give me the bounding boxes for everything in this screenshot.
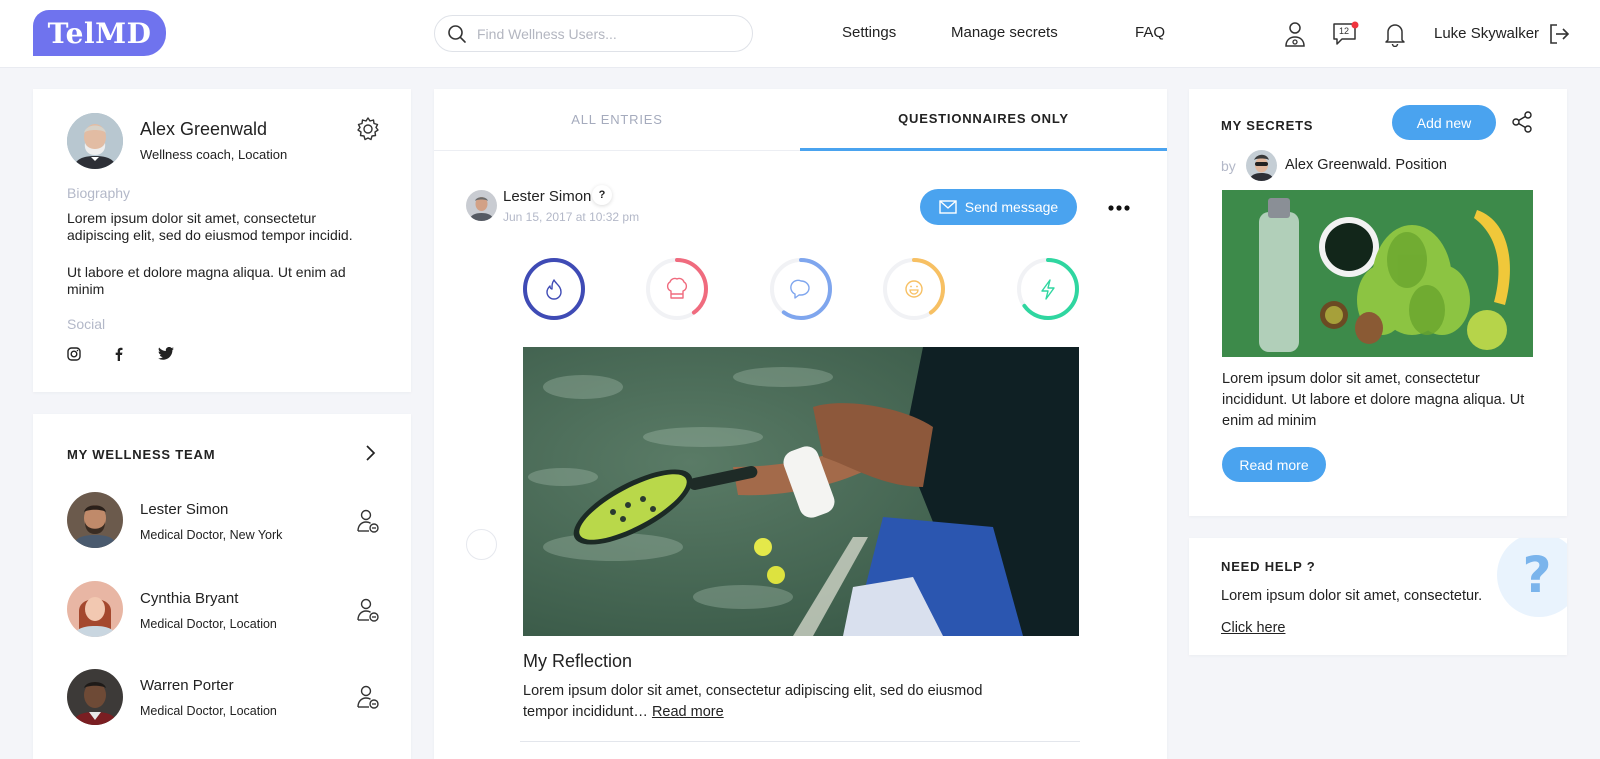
secret-author-avatar [1246, 150, 1277, 181]
post-divider [520, 741, 1080, 742]
speech-icon [790, 279, 810, 299]
click-here-link[interactable]: Click here [1221, 620, 1285, 636]
nav-manage-secrets[interactable]: Manage secrets [951, 24, 1058, 41]
secret-author-name[interactable]: Alex Greenwald. Position [1285, 157, 1447, 173]
ring-chef[interactable] [645, 257, 709, 321]
ring-speech[interactable] [769, 257, 833, 321]
question-badge[interactable]: ? [592, 185, 612, 205]
team-member-name: Lester Simon [140, 501, 229, 518]
contact-doctor-icon[interactable] [355, 597, 381, 623]
tab-label: QUESTIONNAIRES ONLY [898, 111, 1069, 126]
secret-text: Lorem ipsum dolor sit amet, consectetur … [1222, 371, 1525, 429]
smile-icon [905, 280, 923, 298]
contact-doctor-icon[interactable] [355, 508, 381, 534]
post-author-avatar[interactable] [466, 190, 497, 221]
profile-card: Alex Greenwald Wellness coach, Location … [33, 89, 411, 392]
search-input[interactable] [477, 25, 727, 42]
team-member-name: Warren Porter [140, 677, 234, 694]
user-name[interactable]: Luke Skywalker [1434, 25, 1539, 42]
team-member-avatar [67, 669, 123, 725]
post-image[interactable] [523, 347, 1079, 636]
more-options-icon[interactable] [1107, 199, 1131, 211]
nav-faq[interactable]: FAQ [1135, 24, 1165, 41]
team-member-role: Medical Doctor, Location [140, 617, 277, 631]
tab-questionnaires-only[interactable]: QUESTIONNAIRES ONLY [800, 89, 1167, 151]
need-help-text: Lorem ipsum dolor sit amet, consectetur. [1221, 588, 1483, 604]
app-logo[interactable]: TelMD [33, 10, 166, 56]
feed-card: ALL ENTRIES QUESTIONNAIRES ONLY Lester S… [434, 89, 1167, 759]
team-member[interactable]: Lester Simon Medical Doctor, New York [33, 492, 411, 562]
post-read-more-link[interactable]: Read more [652, 704, 724, 720]
post-excerpt-text: Lorem ipsum dolor sit amet, consectetur … [523, 683, 983, 720]
chat-count-badge: 12 [1339, 26, 1350, 36]
nav-settings[interactable]: Settings [842, 24, 896, 41]
secret-read-more-button[interactable]: Read more [1222, 447, 1326, 482]
doctor-icon[interactable] [1281, 20, 1309, 48]
send-message-button[interactable]: Send message [920, 189, 1077, 225]
send-message-label: Send message [964, 199, 1059, 215]
settings-gear-icon[interactable] [355, 116, 381, 142]
ring-bolt[interactable] [1016, 257, 1080, 321]
chef-hat-icon [666, 277, 688, 299]
ring-smile[interactable] [882, 257, 946, 321]
tab-all-entries[interactable]: ALL ENTRIES [434, 89, 800, 151]
flame-icon [546, 279, 562, 300]
add-new-button[interactable]: Add new [1392, 105, 1496, 140]
chevron-right-icon[interactable] [364, 444, 380, 464]
ring-flame[interactable] [522, 257, 586, 321]
bio-paragraph-2: Ut labore et dolore magna aliqua. Ut eni… [67, 264, 346, 297]
bell-icon[interactable] [1381, 20, 1409, 48]
twitter-icon[interactable] [158, 346, 176, 363]
profile-avatar [67, 113, 123, 169]
post-title: My Reflection [523, 651, 633, 671]
chat-icon[interactable]: 12 [1331, 20, 1359, 48]
team-member[interactable]: Cynthia Bryant Medical Doctor, Location [33, 581, 411, 651]
help-question-mark[interactable]: ? [1497, 538, 1567, 617]
by-label: by [1221, 158, 1236, 174]
search-box[interactable] [434, 15, 753, 52]
team-member-name: Cynthia Bryant [140, 590, 239, 607]
wellness-team-card: MY WELLNESS TEAM Lester Simon Medical Do… [33, 414, 411, 759]
team-member-role: Medical Doctor, New York [140, 528, 283, 542]
logout-icon[interactable] [1545, 20, 1573, 48]
team-member-avatar [67, 492, 123, 548]
need-help-title: NEED HELP ? [1221, 559, 1316, 574]
post-excerpt: Lorem ipsum dolor sit amet, consectetur … [523, 681, 1003, 723]
need-help-card: NEED HELP ? ? Lorem ipsum dolor sit amet… [1189, 538, 1567, 655]
share-icon[interactable] [1511, 111, 1533, 133]
secret-image[interactable] [1222, 190, 1533, 357]
search-icon [448, 24, 466, 43]
instagram-icon[interactable] [67, 347, 83, 363]
social-label: Social [67, 316, 106, 332]
top-bar: TelMD Settings Manage secrets FAQ 12 Luk… [0, 0, 1600, 67]
profile-name: Alex Greenwald [140, 119, 268, 139]
facebook-icon[interactable] [114, 347, 130, 363]
my-secrets-card: MY SECRETS Add new by Alex Greenwald. Po… [1189, 89, 1567, 516]
post-author-name[interactable]: Lester Simon [503, 188, 591, 205]
post-date: Jun 15, 2017 at 10:32 pm [503, 210, 640, 224]
wellness-team-title: MY WELLNESS TEAM [67, 447, 216, 462]
help-question-glyph: ? [1522, 546, 1552, 604]
bolt-icon [1041, 279, 1055, 300]
team-member-role: Medical Doctor, Location [140, 704, 277, 718]
tab-label: ALL ENTRIES [571, 112, 663, 127]
envelope-icon [939, 200, 957, 214]
team-member-avatar [67, 581, 123, 637]
contact-doctor-icon[interactable] [355, 684, 381, 710]
my-secrets-title: MY SECRETS [1221, 118, 1314, 133]
biography-label: Biography [67, 185, 131, 201]
profile-role: Wellness coach, Location [140, 147, 288, 162]
team-member[interactable]: Warren Porter Medical Doctor, Location [33, 669, 411, 739]
bio-paragraph-1: Lorem ipsum dolor sit amet, consectetur … [67, 210, 353, 243]
post-side-dot[interactable] [466, 529, 497, 560]
